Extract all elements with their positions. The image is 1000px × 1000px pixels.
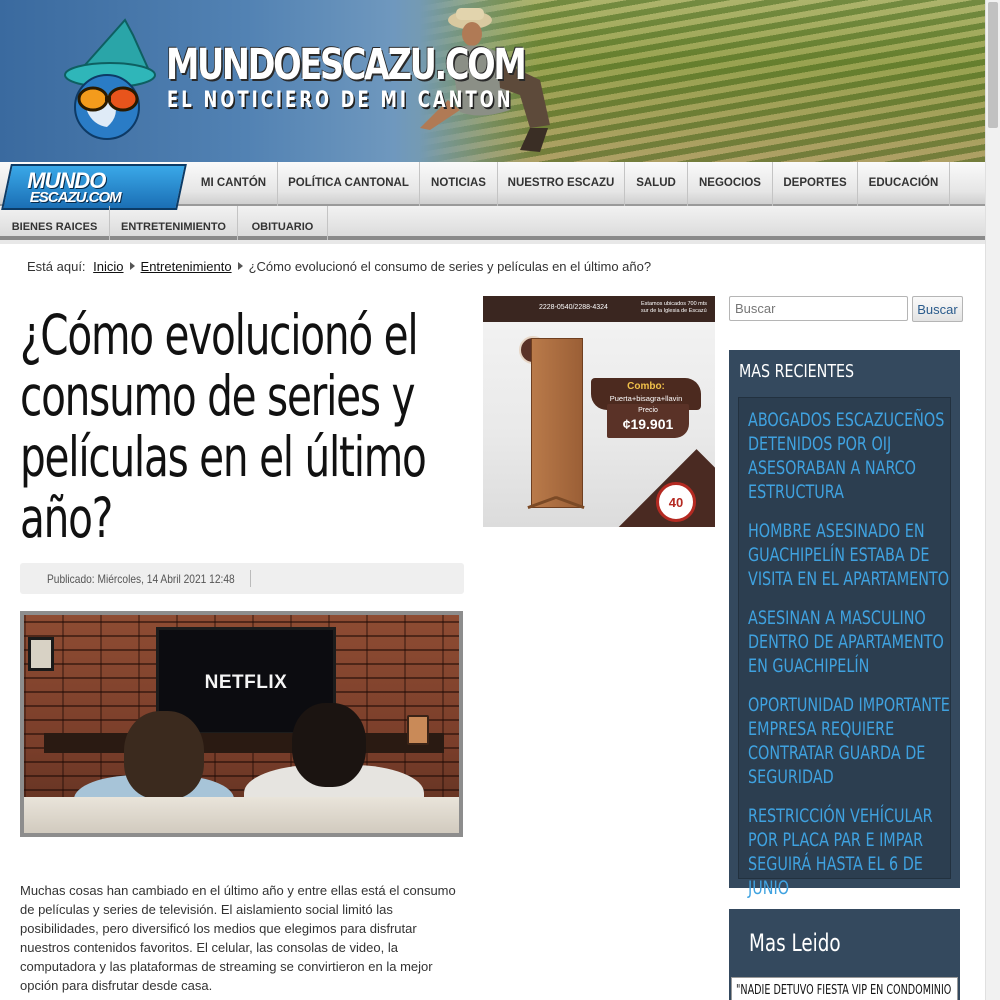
nav-home-logo[interactable]: MUNDO ESCAZU.COM [1, 164, 187, 210]
page-scrollbar[interactable] [985, 0, 1000, 1000]
nav-item-entretenimiento[interactable]: ENTRETENIMIENTO [110, 206, 238, 240]
scrollbar-thumb[interactable] [988, 2, 998, 128]
nav-item-obituario[interactable]: OBITUARIO [238, 206, 328, 240]
meta-divider [250, 570, 251, 587]
viewer-left-head [124, 711, 204, 799]
recent-news-link[interactable]: HOMBRE ASESINADO EN GUACHIPELÍN ESTABA D… [748, 519, 953, 591]
ad-phone: 2228-0540/2288-4324 [539, 304, 608, 311]
search-input[interactable] [729, 296, 908, 321]
article-hero-image: NETFLIX [20, 611, 463, 837]
breadcrumb: Está aquí: Inicio Entretenimiento ¿Cómo ev… [27, 259, 651, 274]
nav-item-bienes-raices[interactable]: BIENES RAICES [0, 206, 110, 240]
most-read-list: "NADIE DETUVO FIESTA VIP EN CONDOMINIO [731, 977, 958, 1000]
viewer-right-head [292, 703, 366, 787]
ad-combo-title: Combo: [627, 381, 665, 392]
recent-news-list: ABOGADOS ESCAZUCEÑOS DETENIDOS POR OIJ A… [738, 397, 953, 899]
nav-item-politica-cantonal[interactable]: POLÍTICA CANTONAL [278, 162, 420, 206]
nav-item-nuestro-escazu[interactable]: NUESTRO ESCAZU [498, 162, 625, 206]
most-read-link[interactable]: "NADIE DETUVO FIESTA VIP EN CONDOMINIO [736, 983, 951, 998]
breadcrumb-arrow-icon [129, 262, 135, 270]
ad-top-bar: 2228-0540/2288-4324 Estamos ubicados 700… [483, 296, 715, 322]
recent-news-module: MAS RECIENTES ABOGADOS ESCAZUCEÑOS DETEN… [729, 350, 960, 899]
recent-news-link[interactable]: RESTRICCIÓN VEHÍCULAR POR PLACA PAR E IM… [748, 804, 953, 900]
nav-item-deportes[interactable]: DEPORTES [773, 162, 858, 206]
article-body: Muchas cosas han cambiado en el último a… [20, 883, 456, 993]
ad-price-label: Precio [638, 407, 658, 414]
tv-logo-text: NETFLIX [204, 672, 288, 693]
nav-item-mi-canton[interactable]: MI CANTÓN [190, 162, 278, 206]
site-slogan: EL NOTICIERO DE MI CANTON [167, 88, 514, 113]
breadcrumb-arrow-icon [237, 262, 243, 270]
speaker [407, 715, 429, 745]
sofa [24, 797, 459, 833]
anniversary-badge-icon: 40 [656, 482, 696, 522]
nav-item-educacion[interactable]: EDUCACIÓN [858, 162, 950, 206]
nav-item-negocios[interactable]: NEGOCIOS [688, 162, 773, 206]
main-navigation: MUNDO ESCAZU.COM MI CANTÓN POLÍTICA CANT… [0, 162, 985, 244]
ad-door-image [531, 338, 583, 508]
nav-logo-line2: ESCAZU.COM [29, 189, 121, 206]
ad-combo-items: Puerta+bisagra+llavin [609, 394, 683, 403]
recent-news-title: MAS RECIENTES [739, 361, 855, 382]
ad-address: Estamos ubicados 700 mts sur de la Igles… [641, 301, 708, 314]
article-title: ¿Cómo evolucionó el consumo de series y … [20, 303, 427, 550]
advertisement-banner[interactable]: 2228-0540/2288-4324 Estamos ubicados 700… [483, 296, 715, 527]
nav-item-noticias[interactable]: NOTICIAS [420, 162, 498, 206]
nav-item-salud[interactable]: SALUD [625, 162, 688, 206]
article-meta-bar: Publicado: Miércoles, 14 Abril 2021 12:4… [20, 563, 464, 594]
recent-news-link[interactable]: ABOGADOS ESCAZUCEÑOS DETENIDOS POR OIJ A… [748, 408, 953, 504]
breadcrumb-link-entretenimiento[interactable]: Entretenimiento [141, 259, 232, 274]
most-read-module: Mas Leido "NADIE DETUVO FIESTA VIP EN CO… [729, 909, 960, 1000]
breadcrumb-link-inicio[interactable]: Inicio [93, 259, 123, 274]
wall-picture [28, 637, 54, 671]
search-button[interactable]: Buscar [912, 296, 963, 322]
ad-price: ¢19.901 [622, 416, 674, 432]
breadcrumb-current: ¿Cómo evolucionó el consumo de series y … [248, 259, 652, 274]
site-title[interactable]: MUNDOESCAZU.COM [166, 40, 527, 90]
tv-stand [44, 733, 444, 753]
recent-news-link[interactable]: OPORTUNIDAD IMPORTANTE EMPRESA REQUIERE … [748, 693, 953, 789]
header-banner: MUNDOESCAZU.COM EL NOTICIERO DE MI CANTO… [0, 0, 985, 162]
badge-number: 40 [668, 495, 684, 510]
wizard-globe-logo [64, 18, 156, 140]
breadcrumb-prefix: Está aquí: [27, 259, 86, 274]
recent-news-link[interactable]: ASESINAN A MASCULINO DENTRO DE APARTAMEN… [748, 606, 953, 678]
most-read-title: Mas Leido [749, 929, 841, 957]
published-date: Publicado: Miércoles, 14 Abril 2021 12:4… [47, 572, 235, 586]
ad-price-box: Precio ¢19.901 [607, 404, 689, 438]
